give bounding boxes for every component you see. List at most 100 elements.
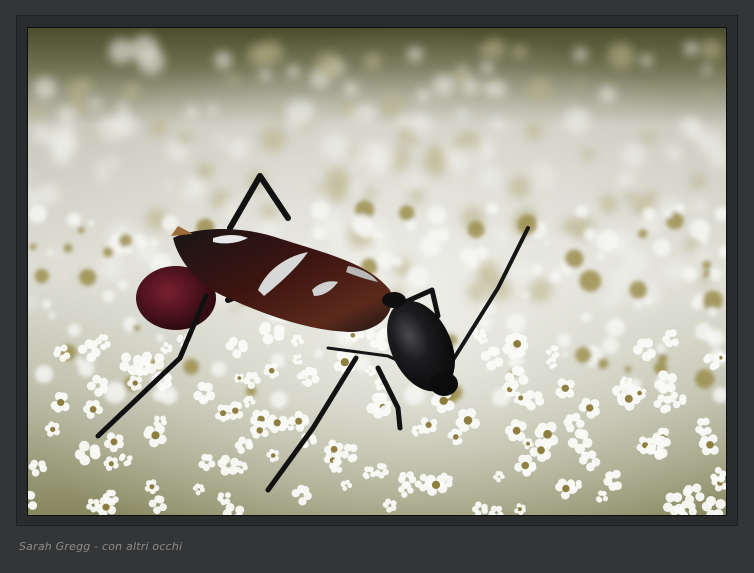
flower-blob <box>525 390 535 399</box>
flower-blob <box>273 419 281 427</box>
flower-blob <box>699 234 709 244</box>
flower-blob <box>226 74 239 86</box>
flower-blob <box>285 99 313 127</box>
flower-blob <box>42 299 52 309</box>
flower-blob <box>579 270 602 292</box>
flower-blob <box>49 125 78 154</box>
flower-blob <box>578 429 589 440</box>
flower-blob <box>79 268 97 286</box>
flower-blob <box>34 77 56 100</box>
flower-blob <box>432 74 455 97</box>
flower-blob <box>259 69 272 81</box>
flower-blob <box>298 497 307 506</box>
flower-blob <box>691 199 707 214</box>
flower-blob <box>669 329 677 337</box>
flower-blob <box>376 251 395 270</box>
flower-blob <box>86 503 93 510</box>
flower-blob <box>517 507 522 512</box>
flower-blob <box>513 340 522 348</box>
flower-blob <box>109 489 116 497</box>
flower-blob <box>467 221 485 238</box>
flower-blob <box>157 382 167 392</box>
flower-blob <box>643 338 654 349</box>
flower-blob <box>132 380 138 386</box>
flower-blob <box>35 365 54 384</box>
flower-blob <box>583 227 597 241</box>
flower-blob <box>375 338 386 349</box>
flower-blob <box>479 166 501 189</box>
flower-blob <box>185 105 199 119</box>
flower-blob <box>386 506 393 513</box>
flower-blob <box>313 183 325 195</box>
flower-blob <box>60 344 68 352</box>
flower-blob <box>684 484 694 495</box>
flower-blob <box>537 446 545 455</box>
flower-blob <box>68 96 87 115</box>
flower-blob <box>136 363 143 370</box>
flower-blob <box>321 133 348 160</box>
flower-blob <box>663 502 673 513</box>
flower-blob <box>53 247 64 258</box>
flower-blob <box>696 249 709 262</box>
flower-blob <box>99 255 124 280</box>
flower-blob <box>151 238 159 246</box>
flower-blob <box>370 471 376 478</box>
flower-blob <box>340 358 349 367</box>
flower-blob <box>130 34 159 63</box>
flower-blob <box>34 268 49 284</box>
flower-blob <box>621 143 646 168</box>
flower-blob <box>343 81 359 96</box>
flower-blob <box>79 440 90 452</box>
flower-blob <box>185 176 194 185</box>
flower-blob <box>407 46 423 62</box>
flower-blob <box>93 499 100 505</box>
flower-blob <box>118 234 132 248</box>
flower-blob <box>273 324 285 336</box>
flower-blob <box>522 398 532 407</box>
flower-blob <box>525 122 543 141</box>
flower-blob <box>330 445 338 453</box>
flower-blob <box>712 354 720 362</box>
flower-blob <box>121 352 132 363</box>
flower-blob <box>312 225 327 240</box>
flower-blob <box>86 352 96 363</box>
flower-blob <box>296 334 302 340</box>
flower-blob <box>527 77 552 102</box>
flower-blob <box>596 252 605 261</box>
flower-blob <box>365 368 370 374</box>
flower-blob <box>475 246 489 260</box>
flower-blob <box>667 373 678 383</box>
flower-blob <box>575 79 584 88</box>
flower-blob <box>30 459 38 468</box>
flower-blob <box>118 101 128 112</box>
flower-blob <box>453 434 459 440</box>
flower-blob <box>491 117 506 133</box>
flower-blob <box>475 501 482 509</box>
flower-blob <box>99 377 108 387</box>
flower-blob <box>232 349 242 359</box>
flower-blob <box>660 405 669 414</box>
flower-blob <box>672 492 683 503</box>
flower-blob <box>89 406 97 413</box>
flower-blob <box>160 415 167 422</box>
flower-blob <box>167 344 173 350</box>
flower-blob <box>232 407 239 414</box>
flower-blob <box>406 471 414 479</box>
flower-blob <box>156 333 165 342</box>
flower-blob <box>214 51 233 69</box>
flower-blob <box>702 260 711 270</box>
flower-blob <box>479 328 486 334</box>
flower-blob <box>445 475 453 483</box>
flower-blob <box>416 88 431 103</box>
flower-blob <box>154 415 160 422</box>
flower-blob <box>229 303 238 312</box>
flower-blob <box>285 419 291 425</box>
flower-blob <box>205 454 213 462</box>
flower-blob <box>701 417 710 426</box>
flower-blob <box>235 505 245 515</box>
flower-blob <box>48 312 56 319</box>
flower-blob <box>133 324 140 332</box>
flower-blob <box>355 141 383 168</box>
flower-blob <box>684 41 699 56</box>
flower-blob <box>357 104 376 123</box>
